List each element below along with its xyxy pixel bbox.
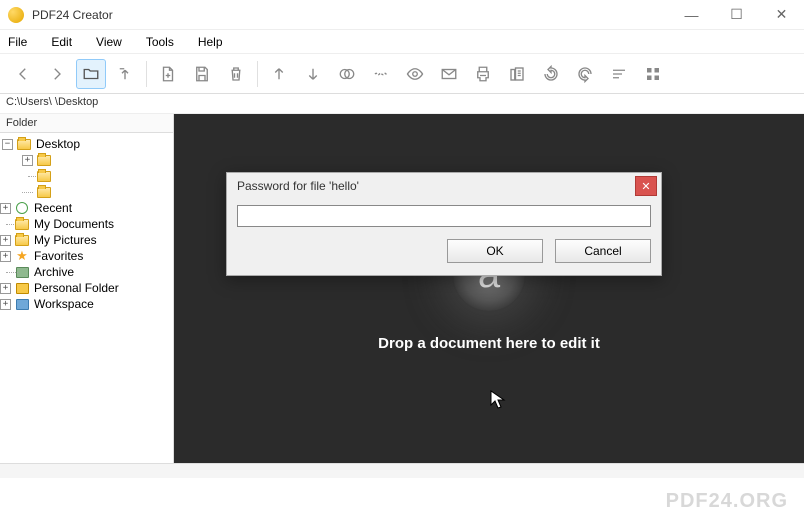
- grid-view-button[interactable]: [638, 59, 668, 89]
- merge-button[interactable]: [332, 59, 362, 89]
- personal-folder-icon: [16, 283, 29, 294]
- menubar: File Edit View Tools Help: [0, 30, 804, 54]
- folder-tree-panel: Folder −Desktop + +Recent My Documents +…: [0, 114, 174, 476]
- move-up-button[interactable]: [264, 59, 294, 89]
- maximize-button[interactable]: ☐: [714, 0, 759, 30]
- tree-node-recent[interactable]: +Recent: [0, 200, 173, 216]
- tree-node-desktop[interactable]: −Desktop: [0, 136, 173, 152]
- status-bar: [0, 463, 804, 478]
- tree-node-workspace[interactable]: +Workspace: [0, 296, 173, 312]
- print-button[interactable]: [468, 59, 498, 89]
- path-bar[interactable]: C:\Users\ \Desktop: [0, 94, 804, 114]
- folder-tree[interactable]: −Desktop + +Recent My Documents +My Pict…: [0, 133, 173, 476]
- tree-node[interactable]: [0, 184, 173, 200]
- documents-icon: [15, 219, 29, 230]
- up-folder-button[interactable]: [110, 59, 140, 89]
- new-document-button[interactable]: [153, 59, 183, 89]
- clock-icon: [16, 202, 28, 214]
- tree-node-documents[interactable]: My Documents: [0, 216, 173, 232]
- menu-file[interactable]: File: [8, 35, 27, 49]
- cancel-button[interactable]: Cancel: [555, 239, 651, 263]
- expand-icon[interactable]: +: [0, 203, 11, 214]
- move-down-button[interactable]: [298, 59, 328, 89]
- expand-icon[interactable]: +: [0, 251, 11, 262]
- pictures-icon: [15, 235, 29, 246]
- toolbar: [0, 54, 804, 94]
- menu-view[interactable]: View: [96, 35, 122, 49]
- password-dialog: Password for file 'hello' ✕ OK Cancel: [226, 172, 662, 276]
- drop-area[interactable]: a Drop a document here to edit it: [174, 114, 804, 476]
- menu-tools[interactable]: Tools: [146, 35, 174, 49]
- star-icon: ★: [14, 249, 30, 263]
- drop-hint-text: Drop a document here to edit it: [378, 335, 600, 352]
- expand-icon[interactable]: +: [0, 283, 11, 294]
- tree-node[interactable]: [0, 168, 173, 184]
- cursor-icon: [490, 390, 506, 410]
- menu-help[interactable]: Help: [198, 35, 223, 49]
- expand-icon[interactable]: +: [22, 155, 33, 166]
- collapse-icon[interactable]: −: [2, 139, 13, 150]
- dialog-close-button[interactable]: ✕: [635, 176, 657, 196]
- fax-button[interactable]: [502, 59, 532, 89]
- back-button[interactable]: [8, 59, 38, 89]
- tree-node-favorites[interactable]: +★Favorites: [0, 248, 173, 264]
- menu-edit[interactable]: Edit: [51, 35, 72, 49]
- workspace-icon: [16, 299, 29, 310]
- rotate-left-button[interactable]: [536, 59, 566, 89]
- email-button[interactable]: [434, 59, 464, 89]
- minimize-button[interactable]: —: [669, 0, 714, 30]
- expand-icon[interactable]: +: [0, 299, 11, 310]
- app-icon: [8, 7, 24, 23]
- tree-node-personal[interactable]: +Personal Folder: [0, 280, 173, 296]
- folder-button[interactable]: [76, 59, 106, 89]
- ok-button[interactable]: OK: [447, 239, 543, 263]
- tree-node[interactable]: +: [0, 152, 173, 168]
- sort-button[interactable]: [604, 59, 634, 89]
- rotate-right-button[interactable]: [570, 59, 600, 89]
- titlebar: PDF24 Creator — ☐ ✕: [0, 0, 804, 30]
- watermark: PDF24.ORG: [666, 490, 788, 513]
- close-window-button[interactable]: ✕: [759, 0, 804, 30]
- expand-icon[interactable]: +: [0, 235, 11, 246]
- tree-node-archive[interactable]: Archive: [0, 264, 173, 280]
- folder-tree-header: Folder: [0, 114, 173, 133]
- save-button[interactable]: [187, 59, 217, 89]
- tree-node-pictures[interactable]: +My Pictures: [0, 232, 173, 248]
- window-title: PDF24 Creator: [32, 8, 669, 22]
- delete-button[interactable]: [221, 59, 251, 89]
- dialog-title: Password for file 'hello': [237, 179, 635, 193]
- forward-button[interactable]: [42, 59, 72, 89]
- password-input[interactable]: [237, 205, 651, 227]
- preview-button[interactable]: [400, 59, 430, 89]
- split-button[interactable]: [366, 59, 396, 89]
